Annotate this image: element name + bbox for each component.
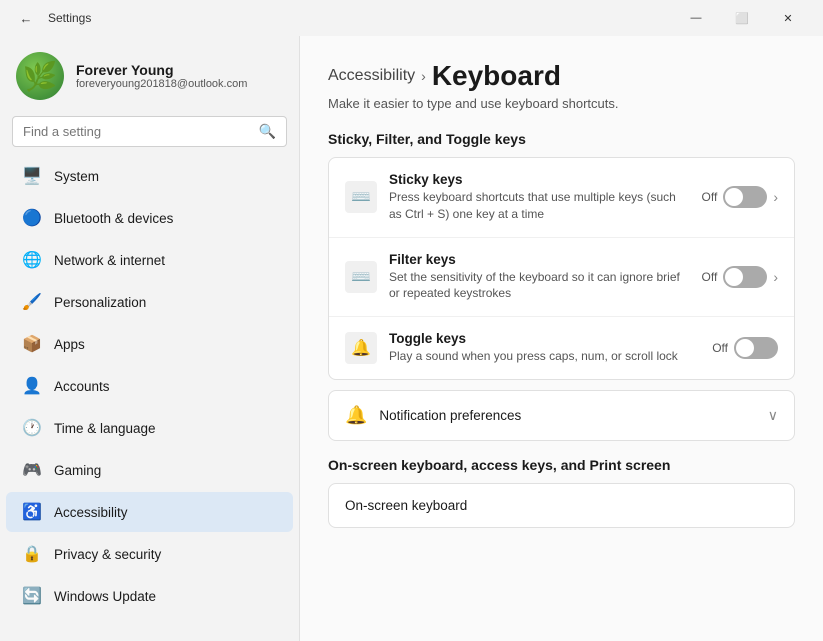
nav-update[interactable]: 🔄 Windows Update [6,576,293,616]
accessibility-icon: ♿ [22,502,42,522]
nav-personalization-label: Personalization [54,295,146,310]
sticky-keys-knob [725,188,743,206]
personalization-icon: 🖌️ [22,292,42,312]
sticky-keys-title: Sticky keys [389,172,690,187]
nav-accounts-label: Accounts [54,379,110,394]
nav-apps-label: Apps [54,337,85,352]
minimize-button[interactable]: — [673,0,719,36]
search-box[interactable]: 🔍 [12,116,287,147]
nav-apps[interactable]: 📦 Apps [6,324,293,364]
sticky-keys-row[interactable]: ⌨️ Sticky keys Press keyboard shortcuts … [329,158,794,238]
sticky-keys-chevron-icon: › [773,189,778,205]
toggle-keys-controls: Off [712,337,778,359]
filter-keys-title: Filter keys [389,252,690,267]
toggle-keys-knob [736,339,754,357]
sticky-keys-toggle-label: Off [702,190,718,204]
window-controls: — ⬜ ✕ [673,0,811,36]
onscreen-keyboard-label: On-screen keyboard [345,498,467,513]
maximize-button[interactable]: ⬜ [719,0,765,36]
nav-update-label: Windows Update [54,589,156,604]
sticky-keys-content: Sticky keys Press keyboard shortcuts tha… [389,172,690,223]
notification-icon: 🔔 [345,405,367,426]
search-input[interactable] [23,124,251,139]
toggle-keys-row[interactable]: 🔔 Toggle keys Play a sound when you pres… [329,317,794,379]
nav-gaming-label: Gaming [54,463,101,478]
user-info: Forever Young foreveryoung201818@outlook… [76,62,247,90]
toggle-keys-content: Toggle keys Play a sound when you press … [389,331,700,365]
title-bar-left: ← Settings [12,4,91,32]
time-icon: 🕐 [22,418,42,438]
page-subtitle: Make it easier to type and use keyboard … [328,96,795,111]
sticky-keys-desc: Press keyboard shortcuts that use multip… [389,189,690,223]
section2-heading: On-screen keyboard, access keys, and Pri… [328,457,795,473]
breadcrumb-current: Keyboard [432,60,561,92]
keyboard-settings-card: ⌨️ Sticky keys Press keyboard shortcuts … [328,157,795,380]
content-area: Accessibility › Keyboard Make it easier … [300,36,823,641]
notification-label: Notification preferences [379,408,755,423]
network-icon: 🌐 [22,250,42,270]
toggle-keys-icon: 🔔 [345,332,377,364]
user-profile[interactable]: 🌿 Forever Young foreveryoung201818@outlo… [0,36,299,112]
nav-network-label: Network & internet [54,253,165,268]
toggle-keys-toggle-label: Off [712,341,728,355]
search-icon: 🔍 [259,123,276,140]
filter-keys-toggle-label: Off [702,270,718,284]
user-name: Forever Young [76,62,247,78]
system-icon: 🖥️ [22,166,42,186]
filter-keys-toggle[interactable] [723,266,767,288]
close-button[interactable]: ✕ [765,0,811,36]
nav-bluetooth[interactable]: 🔵 Bluetooth & devices [6,198,293,238]
nav-accounts[interactable]: 👤 Accounts [6,366,293,406]
toggle-keys-desc: Play a sound when you press caps, num, o… [389,348,700,365]
accounts-icon: 👤 [22,376,42,396]
nav-privacy-label: Privacy & security [54,547,161,562]
breadcrumb-chevron-icon: › [421,68,426,84]
nav-bluetooth-label: Bluetooth & devices [54,211,173,226]
sidebar: 🌿 Forever Young foreveryoung201818@outlo… [0,36,300,641]
filter-keys-icon: ⌨️ [345,261,377,293]
filter-keys-knob [725,268,743,286]
back-button[interactable]: ← [12,4,40,32]
onscreen-keyboard-row[interactable]: On-screen keyboard [328,483,795,528]
nav-network[interactable]: 🌐 Network & internet [6,240,293,280]
window-title: Settings [48,11,91,25]
notification-chevron-down-icon: ∨ [768,407,778,424]
title-bar: ← Settings — ⬜ ✕ [0,0,823,36]
toggle-keys-title: Toggle keys [389,331,700,346]
breadcrumb-parent[interactable]: Accessibility [328,67,415,85]
bluetooth-icon: 🔵 [22,208,42,228]
app-body: 🌿 Forever Young foreveryoung201818@outlo… [0,36,823,641]
filter-keys-desc: Set the sensitivity of the keyboard so i… [389,269,690,303]
nav-accessibility[interactable]: ♿ Accessibility [6,492,293,532]
privacy-icon: 🔒 [22,544,42,564]
nav-personalization[interactable]: 🖌️ Personalization [6,282,293,322]
notification-preferences-row[interactable]: 🔔 Notification preferences ∨ [328,390,795,441]
nav-accessibility-label: Accessibility [54,505,128,520]
nav-privacy[interactable]: 🔒 Privacy & security [6,534,293,574]
nav-system-label: System [54,169,99,184]
avatar: 🌿 [16,52,64,100]
toggle-keys-toggle[interactable] [734,337,778,359]
sticky-keys-toggle[interactable] [723,186,767,208]
breadcrumb: Accessibility › Keyboard [328,60,795,92]
nav-time-label: Time & language [54,421,156,436]
update-icon: 🔄 [22,586,42,606]
filter-keys-chevron-icon: › [773,269,778,285]
gaming-icon: 🎮 [22,460,42,480]
user-email: foreveryoung201818@outlook.com [76,78,247,90]
filter-keys-controls: Off › [702,266,778,288]
apps-icon: 📦 [22,334,42,354]
filter-keys-row[interactable]: ⌨️ Filter keys Set the sensitivity of th… [329,238,794,318]
sticky-keys-icon: ⌨️ [345,181,377,213]
nav-gaming[interactable]: 🎮 Gaming [6,450,293,490]
nav-time[interactable]: 🕐 Time & language [6,408,293,448]
filter-keys-content: Filter keys Set the sensitivity of the k… [389,252,690,303]
sticky-keys-controls: Off › [702,186,778,208]
section1-heading: Sticky, Filter, and Toggle keys [328,131,795,147]
nav-system[interactable]: 🖥️ System [6,156,293,196]
